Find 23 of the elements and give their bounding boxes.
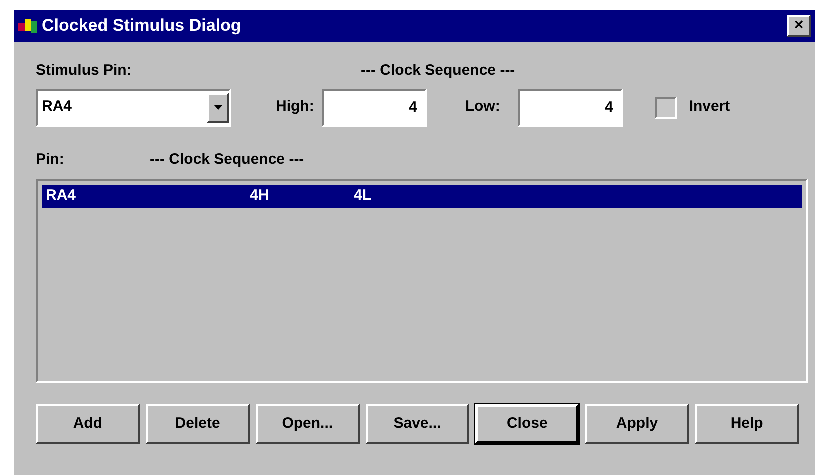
dialog-button[interactable]: Add: [36, 404, 140, 444]
high-label: High:: [276, 97, 314, 118]
low-label: Low:: [465, 97, 500, 118]
app-icon: [18, 17, 38, 35]
stimulus-pin-label: Stimulus Pin:: [36, 61, 133, 81]
low-field[interactable]: 4: [518, 88, 624, 126]
dialog-button[interactable]: Help: [695, 404, 800, 444]
dialog-button[interactable]: Close: [475, 404, 580, 444]
invert-label: Invert: [689, 97, 730, 118]
dialog-button[interactable]: Open...: [256, 404, 360, 444]
dialog-button[interactable]: Delete: [146, 404, 250, 444]
stimulus-pin-dropdown[interactable]: RA4: [36, 88, 231, 126]
list-row[interactable]: RA4 4H 4L: [42, 185, 802, 208]
invert-checkbox[interactable]: [655, 96, 678, 118]
column-header: --- Clock Sequence ---: [150, 150, 304, 170]
high-field[interactable]: 4: [322, 88, 428, 126]
close-button[interactable]: ×: [787, 15, 811, 37]
dialog-button[interactable]: Save...: [366, 404, 470, 444]
window-title: Clocked Stimulus Dialog: [42, 15, 242, 38]
dialog-button[interactable]: Apply: [585, 404, 690, 444]
dropdown-arrow-icon: [214, 105, 222, 110]
column-header: Pin:: [36, 150, 66, 170]
clock-sequence-heading: --- Clock Sequence ---: [360, 61, 516, 81]
